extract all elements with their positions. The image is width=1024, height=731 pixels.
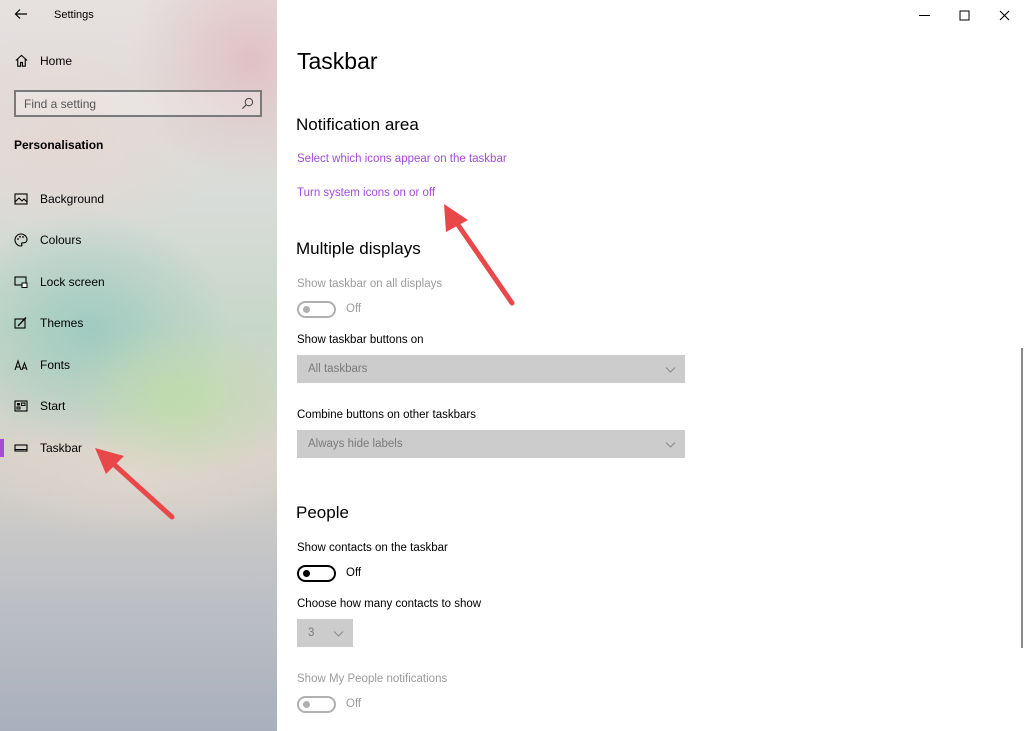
sidebar-item-themes[interactable]: Themes — [0, 303, 277, 345]
chevron-down-icon — [665, 442, 676, 448]
show-contacts-state: Off — [346, 567, 362, 579]
show-all-displays-label: Show taskbar on all displays — [297, 278, 443, 290]
sidebar-item-label: Taskbar — [40, 440, 83, 455]
app-title: Settings — [54, 9, 94, 21]
people-heading: People — [296, 503, 349, 522]
home-icon — [15, 54, 28, 67]
start-icon — [14, 400, 28, 412]
sidebar-item-label: Themes — [40, 316, 84, 331]
sidebar-item-label: Lock screen — [40, 274, 105, 289]
sidebar-item-label: Background — [40, 191, 105, 206]
chevron-down-icon — [665, 367, 676, 373]
toggle-knob — [303, 701, 310, 708]
toggle-knob — [303, 306, 310, 313]
window-controls — [904, 0, 1024, 30]
buttons-on-label: Show taskbar buttons on — [297, 334, 424, 346]
maximize-icon — [959, 10, 969, 20]
sidebar-nav: Background Colours Lock screen Themes Fo… — [0, 178, 277, 469]
combine-buttons-value: Always hide labels — [308, 438, 403, 450]
title-bar: Settings — [0, 0, 277, 30]
sidebar: Settings Home Personalisation Background… — [0, 0, 277, 731]
system-icons-link[interactable]: Turn system icons on or off — [297, 187, 435, 199]
show-contacts-label: Show contacts on the taskbar — [297, 542, 448, 554]
home-nav-item[interactable]: Home — [14, 53, 72, 68]
fonts-icon — [14, 359, 28, 370]
combine-buttons-dropdown[interactable]: Always hide labels — [297, 430, 685, 458]
sidebar-item-colours[interactable]: Colours — [0, 220, 277, 262]
picture-icon — [14, 193, 28, 205]
people-notifications-label: Show My People notifications — [297, 673, 448, 685]
show-all-displays-state: Off — [346, 303, 362, 315]
search-input[interactable] — [16, 92, 226, 115]
search-box[interactable] — [14, 90, 262, 117]
themes-icon — [14, 317, 27, 329]
minimize-button[interactable] — [904, 0, 944, 30]
people-notifications-toggle[interactable] — [297, 696, 336, 713]
palette-icon — [14, 233, 28, 247]
contact-count-label: Choose how many contacts to show — [297, 598, 482, 610]
sidebar-item-background[interactable]: Background — [0, 178, 277, 220]
home-label: Home — [40, 53, 73, 68]
sidebar-item-taskbar[interactable]: Taskbar — [0, 427, 277, 469]
contact-count-dropdown[interactable]: 3 — [297, 619, 353, 647]
select-icons-link[interactable]: Select which icons appear on the taskbar — [297, 153, 507, 165]
page-title: Taskbar — [297, 48, 378, 74]
sidebar-item-label: Start — [40, 399, 66, 414]
back-arrow-icon[interactable] — [13, 6, 29, 22]
close-icon — [999, 10, 1009, 20]
buttons-on-value: All taskbars — [308, 363, 368, 375]
combine-buttons-label: Combine buttons on other taskbars — [297, 409, 476, 421]
toggle-knob — [303, 570, 310, 577]
sidebar-item-fonts[interactable]: Fonts — [0, 344, 277, 386]
scrollbar[interactable] — [1021, 348, 1023, 648]
main-content: Taskbar Notification area Select which i… — [277, 0, 1024, 731]
taskbar-icon — [14, 444, 28, 452]
show-contacts-toggle[interactable] — [297, 565, 336, 582]
sidebar-item-label: Fonts — [40, 357, 71, 372]
search-icon[interactable] — [241, 97, 254, 110]
minimize-icon — [918, 14, 930, 16]
buttons-on-dropdown[interactable]: All taskbars — [297, 355, 685, 383]
chevron-down-icon — [333, 631, 344, 637]
sidebar-item-lock-screen[interactable]: Lock screen — [0, 261, 277, 303]
maximize-button[interactable] — [944, 0, 984, 30]
contact-count-value: 3 — [308, 627, 315, 639]
sidebar-item-start[interactable]: Start — [0, 386, 277, 428]
people-notifications-state: Off — [346, 698, 362, 710]
close-button[interactable] — [984, 0, 1024, 30]
section-heading: Personalisation — [14, 138, 104, 152]
show-all-displays-toggle[interactable] — [297, 301, 336, 318]
multiple-displays-heading: Multiple displays — [296, 239, 421, 258]
lock-screen-icon — [14, 276, 28, 288]
notification-area-heading: Notification area — [296, 115, 419, 134]
sidebar-item-label: Colours — [40, 233, 82, 248]
